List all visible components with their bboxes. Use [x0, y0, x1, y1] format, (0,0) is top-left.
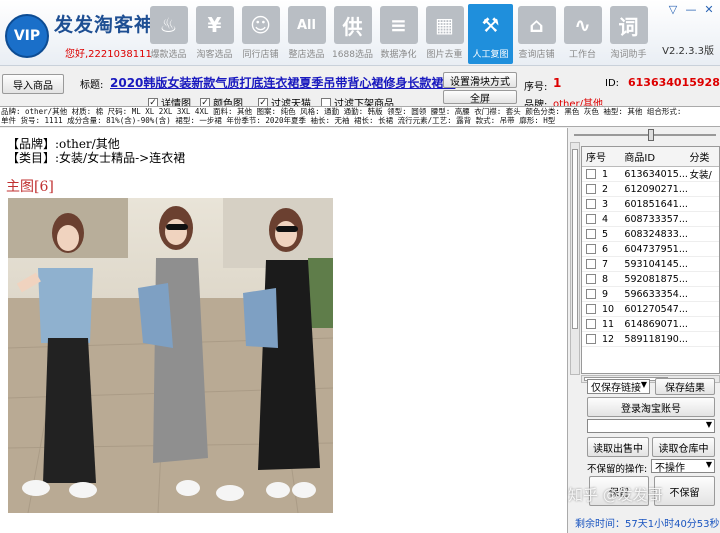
row-checkbox[interactable]: [586, 334, 596, 344]
zhihu-watermark: 知乎 @发发哥: [568, 486, 663, 504]
tool-manual-review[interactable]: ⚒ 人工复图: [468, 4, 513, 64]
product-detail-panel: 【品牌】:other/其他 【类目】:女装/女士精品->连衣裙 主图[6]: [0, 128, 568, 533]
account-select[interactable]: ▼: [587, 419, 715, 433]
set-slider-mode-button[interactable]: 设置滑块方式: [443, 72, 517, 88]
table-row[interactable]: 11 614869071...: [582, 317, 719, 332]
seq-label: 序号:: [524, 82, 548, 93]
chevron-down-icon: ▼: [640, 380, 647, 389]
row-checkbox[interactable]: [586, 199, 596, 209]
tool-workbench[interactable]: ∿ 工作台: [560, 4, 605, 64]
menu-dropdown-icon[interactable]: ▽: [666, 2, 680, 16]
table-row[interactable]: 2 612090271...: [582, 182, 719, 197]
tool-keyword-helper[interactable]: 词淘词助手: [606, 4, 651, 64]
table-row[interactable]: 7 593104145...: [582, 257, 719, 272]
filter-icon: ≡: [379, 6, 418, 44]
tool-taoke-products[interactable]: ¥ 淘客选品: [192, 4, 237, 64]
import-products-button[interactable]: 导入商品: [2, 74, 64, 94]
read-warehouse-button[interactable]: 读取仓库中: [652, 437, 715, 457]
table-row[interactable]: 4 608733357...: [582, 212, 719, 227]
product-title-link[interactable]: 2020韩版女装新款气质打底连衣裙夏季吊带背心裙修身长款裙子: [110, 74, 455, 91]
row-checkbox[interactable]: [586, 304, 596, 314]
category-line: 【类目】:女装/女士精品->连衣裙: [7, 151, 186, 165]
product-main-image[interactable]: [8, 198, 333, 513]
column-header-id[interactable]: 商品ID: [624, 149, 689, 164]
vip-logo: VIP: [5, 14, 49, 58]
read-on-sale-button[interactable]: 读取出售中: [587, 437, 649, 457]
row-checkbox[interactable]: [586, 214, 596, 224]
tool-strip: ♨ 爆款选品 ¥ 淘客选品 ☺ 同行店铺 All 整店选品 供 1688选品 ≡ 数据净化 …: [146, 4, 652, 64]
chevron-down-icon: ▼: [705, 460, 712, 469]
window-controls: ▽ — ✕: [666, 2, 716, 16]
column-header-category[interactable]: 分类: [689, 149, 719, 164]
main-image-label: 主图[6]: [6, 179, 54, 195]
discard-button[interactable]: 不保留: [654, 476, 715, 506]
table-row[interactable]: 8 592081875...: [582, 272, 719, 287]
seq-value: 1: [553, 76, 562, 90]
login-taobao-button[interactable]: 登录淘宝账号: [587, 397, 715, 417]
unsaved-op-label: 不保留的操作:: [587, 464, 648, 475]
row-checkbox[interactable]: [586, 259, 596, 269]
product-header: 导入商品 标题: 2020韩版女装新款气质打底连衣裙夏季吊带背心裙修身长款裙子 …: [0, 68, 720, 111]
house-icon: ⌂: [517, 6, 556, 44]
row-checkbox[interactable]: [586, 184, 596, 194]
tool-query-shop[interactable]: ⌂ 查询店铺: [514, 4, 559, 64]
broom-icon: ⚒: [481, 13, 500, 37]
table-row[interactable]: 10 601270547...: [582, 302, 719, 317]
table-header: 序号 商品ID 分类: [582, 147, 719, 167]
tool-peer-shops[interactable]: ☺ 同行店铺: [238, 4, 283, 64]
image-zoom-slider[interactable]: [570, 128, 720, 142]
save-mode-select[interactable]: 仅保存链接 ▼: [587, 379, 650, 394]
table-row[interactable]: 3 601851641...: [582, 197, 719, 212]
slider-thumb[interactable]: [648, 129, 654, 141]
user-greeting: 您好,2221038111: [65, 49, 152, 60]
tool-1688-products[interactable]: 供 1688选品: [330, 4, 375, 64]
row-checkbox[interactable]: [586, 274, 596, 284]
table-row[interactable]: 6 604737951...: [582, 242, 719, 257]
row-checkbox[interactable]: [586, 289, 596, 299]
list-vertical-scrollbar[interactable]: [570, 142, 580, 375]
word-icon: 词: [609, 6, 648, 44]
slider-track: [574, 134, 716, 136]
product-photo-illustration: [8, 198, 333, 513]
yen-icon: ¥: [195, 6, 234, 44]
person-icon: ☺: [241, 6, 280, 44]
table-row[interactable]: 12 589118190...: [582, 332, 719, 347]
column-header-seq[interactable]: 序号: [582, 149, 624, 164]
minimize-icon[interactable]: —: [684, 2, 698, 16]
table-row[interactable]: 9 596633354...: [582, 287, 719, 302]
unsaved-op-select[interactable]: 不操作 ▼: [651, 459, 715, 474]
scrollbar-thumb[interactable]: [572, 149, 578, 329]
fullscreen-button[interactable]: 全屏: [443, 90, 517, 105]
row-checkbox[interactable]: [586, 169, 596, 179]
product-id-value: 613634015928: [628, 76, 720, 89]
image-icon: ▦: [425, 6, 464, 44]
fire-icon: ♨: [149, 6, 188, 44]
save-result-button[interactable]: 保存结果: [655, 378, 715, 395]
attributes-text: 品牌: other/其他 材质: 棉 尺码: ML XL 2XL 3XL 4XL…: [0, 106, 720, 127]
tool-hot-products[interactable]: ♨ 爆款选品: [146, 4, 191, 64]
chevron-down-icon: ▼: [705, 420, 712, 429]
table-row[interactable]: 5 608324833...: [582, 227, 719, 242]
all-icon: All: [287, 6, 326, 44]
product-list-table: 序号 商品ID 分类 1 613634015... 女装/ 2 612090271..…: [581, 146, 720, 374]
chart-icon: ∿: [563, 6, 602, 44]
table-row[interactable]: 1 613634015... 女装/: [582, 167, 719, 182]
title-label: 标题:: [80, 80, 104, 91]
row-checkbox[interactable]: [586, 229, 596, 239]
id-label: ID:: [605, 78, 620, 89]
supply-icon: 供: [333, 6, 372, 44]
tool-whole-shop[interactable]: All 整店选品: [284, 4, 329, 64]
row-checkbox[interactable]: [586, 244, 596, 254]
row-checkbox[interactable]: [586, 319, 596, 329]
tool-image-dedupe[interactable]: ▦ 图片去重: [422, 4, 467, 64]
version-label: V2.2.3.3版: [662, 46, 714, 57]
close-icon[interactable]: ✕: [702, 2, 716, 16]
top-toolbar: VIP 发发淘客神器 您好,2221038111 ♨ 爆款选品 ¥ 淘客选品 ☺ 同行…: [0, 0, 720, 66]
remaining-time: 剩余时间：57天1小时40分53秒: [575, 519, 720, 530]
tool-data-clean[interactable]: ≡ 数据净化: [376, 4, 421, 64]
